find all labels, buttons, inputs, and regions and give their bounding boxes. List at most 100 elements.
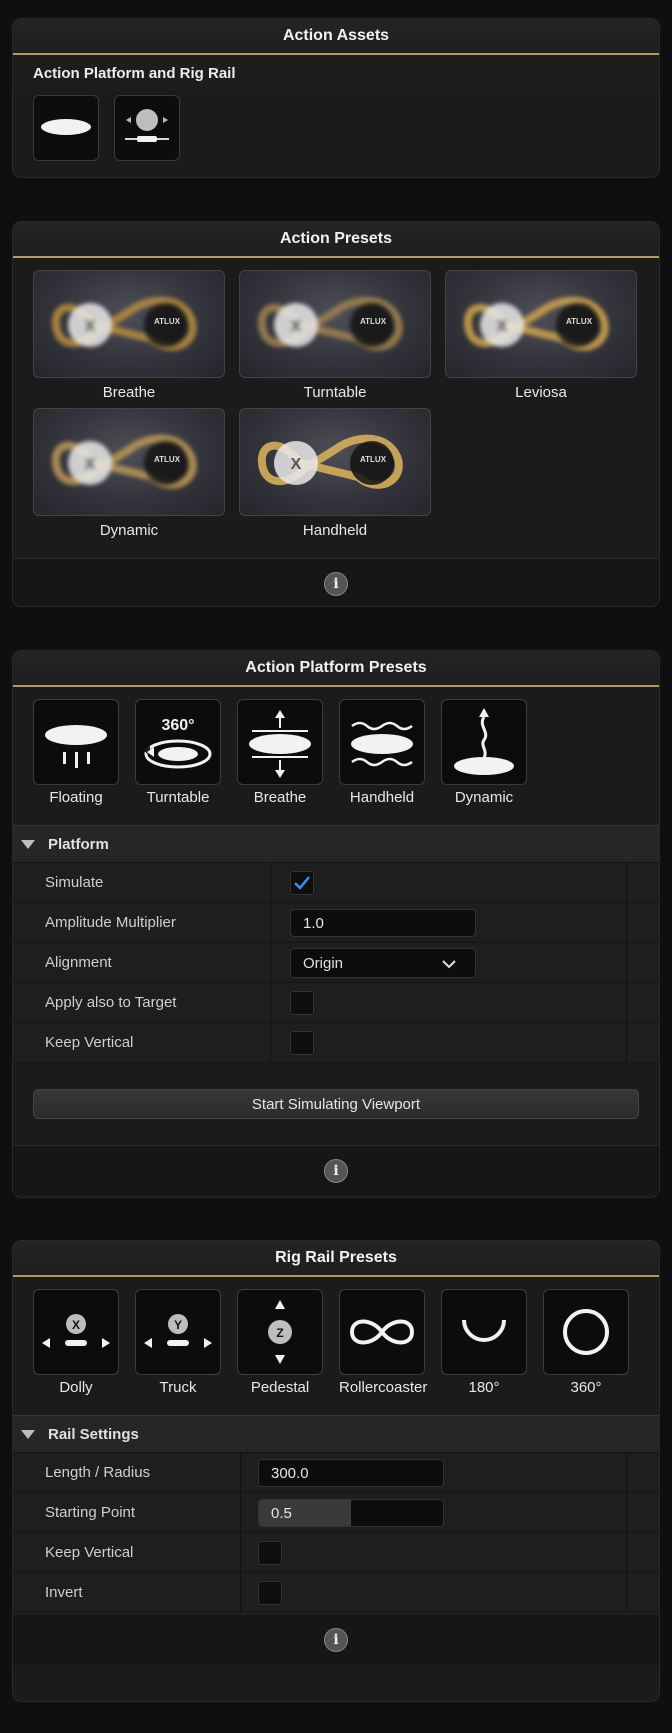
alignment-row: Alignment Origin — [13, 943, 659, 983]
preset-thumbnail-image: X ATLUX — [239, 270, 431, 378]
preset-thumbnail-image: X ATLUX — [33, 270, 225, 378]
preset-truck[interactable]: Y Truck — [135, 1289, 221, 1396]
thumb-brand-text: ATLUX — [565, 317, 593, 326]
action-presets-panel: Action Presets X ATLUX Breathe X ATLUX Turnta… — [12, 221, 660, 607]
apply-target-row: Apply also to Target — [13, 983, 659, 1023]
rig-rail-title: Rig Rail Presets — [13, 1241, 659, 1277]
keep-vertical-checkbox[interactable] — [290, 1031, 314, 1055]
preset-dynamic[interactable]: Dynamic — [441, 699, 527, 806]
simulate-label: Simulate — [45, 874, 104, 891]
start-simulating-button[interactable]: Start Simulating Viewport — [33, 1089, 639, 1119]
column-divider — [240, 1493, 241, 1532]
column-divider — [240, 1533, 241, 1572]
alignment-value: Origin — [303, 954, 344, 972]
preset-thumb-handheld[interactable]: X ATLUX Handheld — [239, 408, 431, 539]
preset-truck-label: Truck — [159, 1379, 197, 1396]
preset-thumb-label: Dynamic — [99, 522, 159, 539]
info-icon[interactable]: i — [324, 1158, 348, 1183]
checkmark-icon — [294, 876, 310, 890]
breathe-icon — [249, 710, 311, 778]
preset-thumb-label: Handheld — [302, 522, 368, 539]
platform-presets-panel: Action Platform Presets Floating 360° Tu… — [12, 650, 660, 1198]
column-divider-right — [626, 983, 627, 1022]
preset-turntable[interactable]: 360° Turntable — [135, 699, 221, 806]
turntable-badge: 360° — [161, 717, 194, 734]
preset-360-label: 360° — [570, 1379, 602, 1396]
svg-text:X: X — [85, 456, 96, 473]
preset-floating[interactable]: Floating — [33, 699, 119, 806]
svg-text:X: X — [497, 318, 508, 335]
preset-rollercoaster[interactable]: Rollercoaster — [339, 1289, 428, 1396]
handheld-icon — [351, 721, 413, 767]
info-icon[interactable]: i — [324, 571, 348, 596]
preset-360[interactable]: 360° — [543, 1289, 629, 1396]
apply-target-checkbox[interactable] — [290, 991, 314, 1015]
action-presets-info-bar: i — [13, 558, 659, 606]
thumb-brand-text: ATLUX — [359, 317, 387, 326]
platform-section-toggle[interactable]: Platform — [13, 825, 659, 863]
circle-360-icon — [563, 1309, 609, 1355]
column-divider — [240, 1453, 241, 1492]
column-divider-right — [626, 1573, 627, 1612]
atlux-logo-render: X — [257, 434, 403, 489]
svg-text:X: X — [291, 318, 302, 335]
starting-point-slider[interactable]: 0.5 — [258, 1499, 444, 1527]
preset-handheld[interactable]: Handheld — [339, 699, 425, 806]
amplitude-input[interactable]: 1.0 — [290, 909, 476, 937]
platform-section-title: Platform — [48, 835, 109, 853]
rail-keep-vertical-label: Keep Vertical — [45, 1544, 134, 1561]
rig-rail-icon — [125, 109, 169, 142]
amplitude-row: Amplitude Multiplier 1.0 — [13, 903, 659, 943]
preset-thumb-label: Turntable — [303, 384, 367, 401]
preset-pedestal-label: Pedestal — [250, 1379, 310, 1396]
atlux-logo-render: X — [51, 434, 197, 489]
preset-breathe-label: Breathe — [253, 789, 307, 806]
rail-keep-vertical-checkbox[interactable] — [258, 1541, 282, 1565]
pedestal-icon: Z — [268, 1300, 292, 1364]
preset-180[interactable]: 180° — [441, 1289, 527, 1396]
preset-thumb-label: Breathe — [102, 384, 156, 401]
preset-dynamic-label: Dynamic — [454, 789, 514, 806]
column-divider — [270, 903, 271, 942]
column-divider-right — [626, 863, 627, 902]
collapse-triangle-icon — [21, 1429, 35, 1439]
keep-vertical-row: Keep Vertical — [13, 1023, 659, 1063]
preset-pedestal[interactable]: Z Pedestal — [237, 1289, 323, 1396]
starting-point-label: Starting Point — [45, 1504, 136, 1521]
rail-keep-vertical-row: Keep Vertical — [13, 1533, 659, 1573]
floating-icon — [45, 725, 107, 768]
rail-settings-toggle[interactable]: Rail Settings — [13, 1415, 659, 1453]
preset-thumb-turntable[interactable]: X ATLUX Turntable — [239, 270, 431, 401]
invert-checkbox[interactable] — [258, 1581, 282, 1605]
column-divider-right — [626, 1453, 627, 1492]
preset-thumb-dynamic[interactable]: X ATLUX Dynamic — [33, 408, 225, 539]
rig-rail-panel: Rig Rail Presets X Dolly Y Truck Z Pedes… — [12, 1240, 660, 1702]
info-icon[interactable]: i — [324, 1627, 348, 1652]
action-assets-subtitle: Action Platform and Rig Rail — [13, 55, 659, 91]
preset-thumb-leviosa[interactable]: X ATLUX Leviosa — [445, 270, 637, 401]
alignment-dropdown[interactable]: Origin — [290, 948, 476, 978]
preset-thumb-breathe[interactable]: X ATLUX Breathe — [33, 270, 225, 401]
length-label: Length / Radius — [45, 1464, 151, 1481]
platform-disc-icon — [41, 119, 91, 135]
rig-rail-asset-button[interactable] — [114, 95, 180, 161]
length-input[interactable]: 300.0 — [258, 1459, 444, 1487]
arc-180-icon — [462, 1319, 506, 1342]
preset-breathe[interactable]: Breathe — [237, 699, 323, 806]
rollercoaster-icon — [349, 1319, 415, 1345]
thumb-brand-text: ATLUX — [359, 455, 387, 464]
preset-rollercoaster-label: Rollercoaster — [339, 1379, 428, 1396]
keep-vertical-label: Keep Vertical — [45, 1034, 134, 1051]
rig-rail-info-bar: i — [13, 1613, 659, 1665]
preset-dolly[interactable]: X Dolly — [33, 1289, 119, 1396]
preset-handheld-label: Handheld — [349, 789, 415, 806]
rail-settings-title: Rail Settings — [48, 1425, 139, 1443]
atlux-logo-render: X — [257, 296, 403, 351]
axis-z-label: Z — [276, 1326, 283, 1340]
svg-text:X: X — [85, 318, 96, 335]
simulate-checkbox[interactable] — [290, 871, 314, 895]
platform-asset-button[interactable] — [33, 95, 99, 161]
simulate-row: Simulate — [13, 863, 659, 903]
dolly-icon: X — [42, 1314, 110, 1348]
truck-icon: Y — [144, 1314, 212, 1348]
